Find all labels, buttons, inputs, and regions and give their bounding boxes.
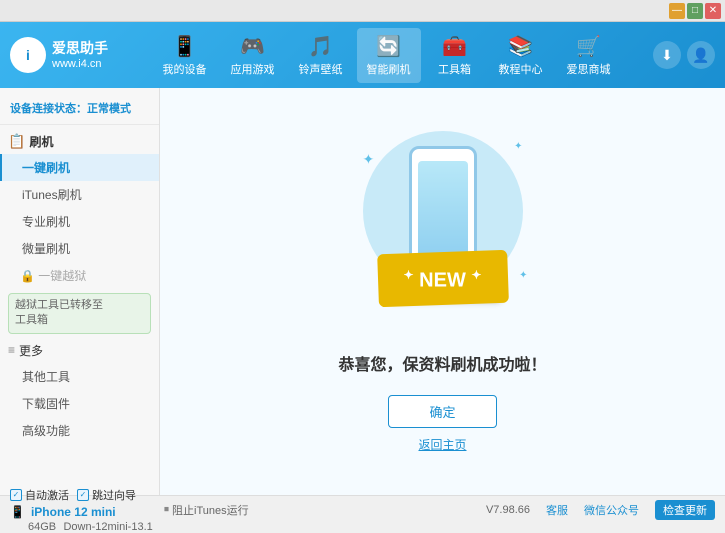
sidebar-item-other-tools[interactable]: 其他工具 — [0, 363, 159, 390]
sidebar-item-micro-flash[interactable]: 微量刷机 — [0, 235, 159, 262]
sidebar-item-one-click-flash[interactable]: 一键刷机 — [0, 154, 159, 181]
stop-itunes-label[interactable]: 阻止iTunes运行 — [172, 502, 249, 518]
sparkle-icon-tr: ✦ — [514, 141, 522, 152]
device-info: 📱 iPhone 12 mini — [10, 505, 160, 519]
smart-flash-label: 智能刷机 — [367, 61, 411, 77]
my-device-icon: 📱 — [172, 34, 197, 59]
note-line1: 越狱工具已转移至 — [15, 298, 144, 313]
sidebar-item-pro-flash[interactable]: 专业刷机 — [0, 208, 159, 235]
logo-sub-text: www.i4.cn — [52, 57, 108, 71]
ringtone-icon: 🎵 — [308, 34, 333, 59]
jailbreak-label: 🔒 一键越狱 — [20, 267, 86, 284]
download-button[interactable]: ⬇ — [653, 41, 681, 69]
device-model: Down-12mini-13.1 — [63, 521, 152, 533]
new-badge-star-left: ✦ — [404, 268, 414, 282]
go-home-link[interactable]: 返回主页 — [418, 436, 466, 453]
flash-section-icon: 📋 — [8, 133, 25, 150]
version-info: V7.98.66 — [486, 504, 530, 516]
sparkle-icon-br: ✦ — [519, 270, 527, 281]
nav-toolbox[interactable]: 🧰 工具箱 — [425, 28, 485, 83]
device-status: 设备连接状态：正常模式 — [0, 96, 159, 125]
sparkle-icon-tl: ✦ — [363, 151, 375, 168]
smart-flash-icon: 🔄 — [376, 34, 401, 59]
confirm-button[interactable]: 确定 — [388, 395, 496, 428]
sidebar-item-jailbreak-disabled: 🔒 一键越狱 — [0, 262, 159, 289]
content-area: ✦ ✦ ✦ ✦ NEW ✦ 恭喜您，保资料刷机成功啦！ 确定 返回主页 — [160, 88, 725, 495]
nav-mall[interactable]: 🛒 爱思商城 — [557, 28, 621, 83]
sidebar: 设备连接状态：正常模式 📋 刷机 一键刷机 iTunes刷机 专业刷机 微量刷机… — [0, 88, 160, 495]
close-button[interactable]: ✕ — [705, 3, 721, 19]
stop-itunes-container: ⏹ 阻止iTunes运行 — [164, 502, 249, 518]
more-section: ≡ 更多 其他工具 下载固件 高级功能 — [0, 338, 159, 444]
bottom-device-section: ✓ 自动激活 ✓ 跳过向导 📱 iPhone 12 mini 64GB Down… — [10, 487, 160, 533]
flash-section-label: 刷机 — [29, 133, 53, 150]
wechat-public-link[interactable]: 微信公众号 — [584, 502, 639, 518]
nav-bar: 📱 我的设备 🎮 应用游戏 🎵 铃声壁纸 🔄 智能刷机 🧰 工具箱 📚 教程中心… — [120, 28, 653, 83]
minimize-button[interactable]: — — [669, 3, 685, 19]
checkbox-auto-activate-label: 自动激活 — [25, 487, 69, 503]
logo-area: i 爱思助手 www.i4.cn — [10, 37, 120, 73]
new-badge-text: NEW — [419, 270, 466, 292]
bottom-right: V7.98.66 客服 微信公众号 检查更新 — [486, 500, 715, 520]
logo-main-text: 爱思助手 — [52, 39, 108, 57]
flash-section-header: 📋 刷机 — [0, 129, 159, 154]
maximize-button[interactable]: □ — [687, 3, 703, 19]
checkbox-auto-activate[interactable]: ✓ 自动激活 — [10, 487, 69, 503]
more-section-header: ≡ 更多 — [0, 338, 159, 363]
toolbox-label: 工具箱 — [438, 61, 471, 77]
checkbox-skip-wizard[interactable]: ✓ 跳过向导 — [77, 487, 136, 503]
ringtone-label: 铃声壁纸 — [299, 61, 343, 77]
status-value: 正常模式 — [87, 103, 131, 115]
check-update-button[interactable]: 检查更新 — [655, 500, 715, 520]
new-badge-star-right: ✦ — [471, 268, 481, 282]
tutorial-label: 教程中心 — [499, 61, 543, 77]
header-actions: ⬇ 👤 — [653, 41, 715, 69]
device-name: iPhone 12 mini — [31, 505, 116, 519]
sidebar-item-download-firmware[interactable]: 下载固件 — [0, 390, 159, 417]
device-phone-icon: 📱 — [10, 505, 25, 519]
nav-tutorial[interactable]: 📚 教程中心 — [489, 28, 553, 83]
phone-screen — [418, 161, 468, 257]
stop-itunes-icon: ⏹ — [164, 504, 169, 515]
title-bar: — □ ✕ — [0, 0, 725, 22]
nav-ringtone-wallpaper[interactable]: 🎵 铃声壁纸 — [289, 28, 353, 83]
device-storage: 64GB — [28, 521, 56, 533]
success-message: 恭喜您，保资料刷机成功啦！ — [338, 351, 546, 375]
logo-icon: i — [10, 37, 46, 73]
new-badge: ✦ NEW ✦ — [386, 260, 500, 301]
phone-illustration: ✦ ✦ ✦ ✦ NEW ✦ — [353, 131, 533, 331]
nav-my-device[interactable]: 📱 我的设备 — [153, 28, 217, 83]
status-label: 设备连接状态： — [10, 103, 87, 115]
customer-service-link[interactable]: 客服 — [546, 502, 568, 518]
tutorial-icon: 📚 — [508, 34, 533, 59]
checkboxes-row: ✓ 自动激活 ✓ 跳过向导 — [10, 487, 160, 503]
my-device-label: 我的设备 — [163, 61, 207, 77]
toolbox-icon: 🧰 — [442, 34, 467, 59]
nav-smart-flash[interactable]: 🔄 智能刷机 — [357, 28, 421, 83]
sidebar-item-itunes-flash[interactable]: iTunes刷机 — [0, 181, 159, 208]
apps-games-label: 应用游戏 — [231, 61, 275, 77]
more-section-label: 更多 — [19, 342, 43, 359]
mall-icon: 🛒 — [576, 34, 601, 59]
user-button[interactable]: 👤 — [687, 41, 715, 69]
nav-apps-games[interactable]: 🎮 应用游戏 — [221, 28, 285, 83]
apps-games-icon: 🎮 — [240, 34, 265, 59]
more-section-icon: ≡ — [8, 343, 15, 357]
logo-text: 爱思助手 www.i4.cn — [52, 39, 108, 71]
sidebar-item-advanced[interactable]: 高级功能 — [0, 417, 159, 444]
jailbreak-note: 越狱工具已转移至 工具箱 — [8, 293, 151, 334]
mall-label: 爱思商城 — [567, 61, 611, 77]
checkbox-skip-wizard-box: ✓ — [77, 489, 89, 501]
flash-section: 📋 刷机 一键刷机 iTunes刷机 专业刷机 微量刷机 🔒 一键越狱 越狱工具… — [0, 129, 159, 334]
device-details: 64GB Down-12mini-13.1 — [10, 519, 160, 533]
bottom-bar: ✓ 自动激活 ✓ 跳过向导 📱 iPhone 12 mini 64GB Down… — [0, 495, 725, 523]
main-layout: 设备连接状态：正常模式 📋 刷机 一键刷机 iTunes刷机 专业刷机 微量刷机… — [0, 88, 725, 495]
checkbox-skip-wizard-label: 跳过向导 — [92, 487, 136, 503]
header: i 爱思助手 www.i4.cn 📱 我的设备 🎮 应用游戏 🎵 铃声壁纸 🔄 … — [0, 22, 725, 88]
note-line2: 工具箱 — [15, 313, 144, 328]
checkbox-auto-activate-box: ✓ — [10, 489, 22, 501]
